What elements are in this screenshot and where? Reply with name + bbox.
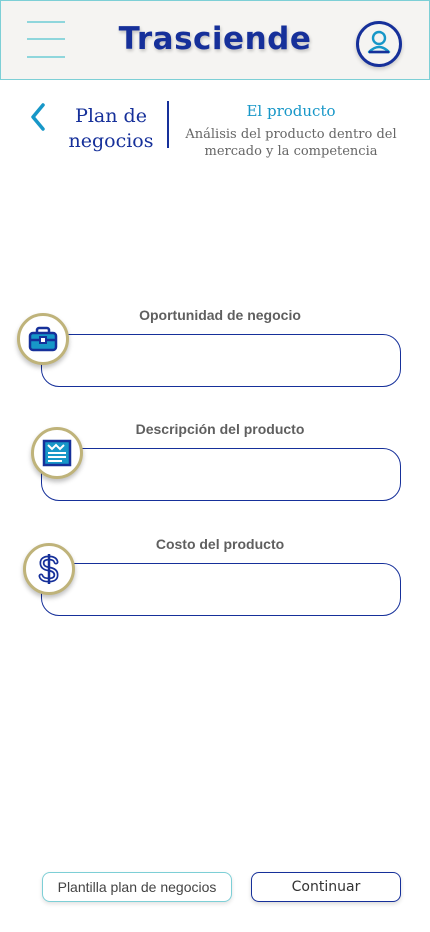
briefcase-icon (17, 313, 69, 365)
field-label-oportunidad: Oportunidad de negocio (139, 307, 301, 323)
back-button[interactable] (28, 102, 50, 132)
descripcion-input[interactable] (41, 448, 401, 501)
template-button[interactable]: Plantilla plan de negocios (42, 872, 232, 902)
document-icon (31, 427, 83, 479)
user-icon (367, 30, 391, 54)
app-header: Trasciende (0, 0, 430, 80)
profile-button[interactable] (356, 21, 402, 67)
section-title: Plan de negocios (68, 105, 154, 152)
divider (167, 101, 169, 148)
oportunidad-input[interactable] (41, 334, 401, 387)
continue-button[interactable]: Continuar (251, 872, 401, 902)
dollar-icon (23, 543, 75, 595)
chevron-left-icon (31, 103, 45, 131)
step-description: Análisis del producto dentro del mercado… (185, 127, 397, 159)
field-label-descripcion: Descripción del producto (135, 421, 305, 437)
field-label-costo: Costo del producto (155, 536, 285, 552)
step-title: El producto (246, 102, 336, 120)
costo-input[interactable] (41, 563, 401, 616)
